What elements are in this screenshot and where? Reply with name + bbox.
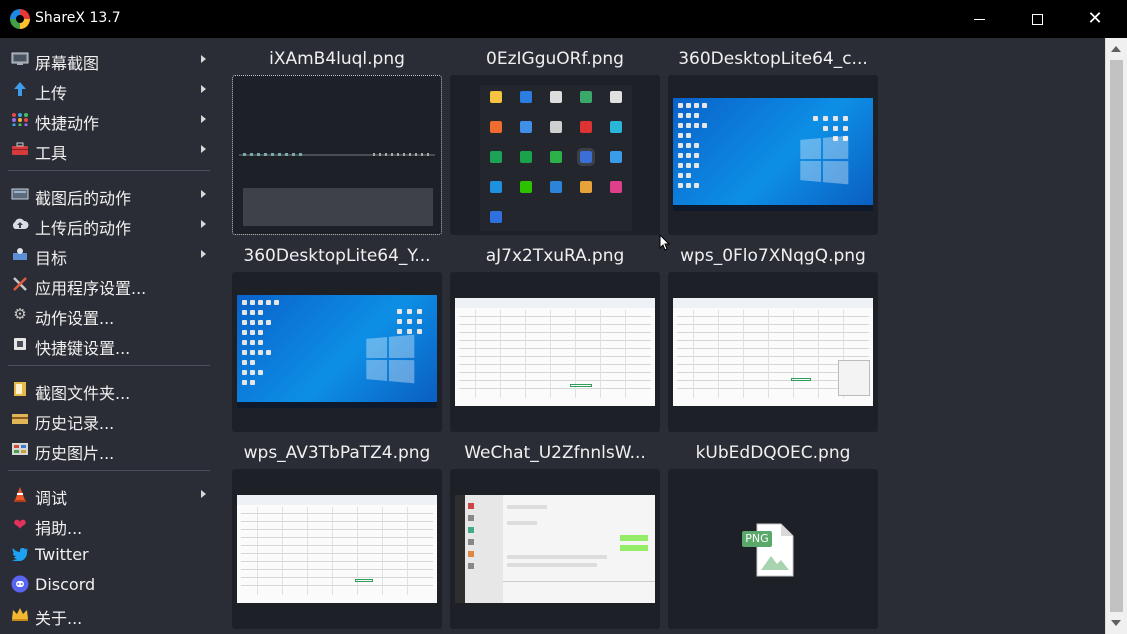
thumbnail-filename: 0EzIGguORf.png: [486, 49, 624, 69]
thumbnail-image[interactable]: [232, 469, 442, 629]
toolbox-icon: [11, 141, 29, 157]
thumbnail-filename: wps_0Flo7XNqgQ.png: [680, 246, 866, 266]
image-history-icon: [11, 441, 29, 457]
monitor-capture-icon: [11, 51, 29, 67]
menu-item-history[interactable]: 历史记录...: [0, 404, 218, 434]
minimize-button[interactable]: [950, 0, 1008, 38]
thumbnail-grid: iXAmB4luql.png 0EzIGguORf.png 360Desktop…: [222, 38, 1105, 634]
scrollbar-thumb[interactable]: [1110, 60, 1123, 612]
menu-item-upload[interactable]: 上传: [0, 74, 218, 104]
menu-item-after-capture[interactable]: 截图后的动作: [0, 179, 218, 209]
menu-item-capture[interactable]: 屏幕截图: [0, 44, 218, 74]
upload-arrow-icon: [11, 81, 29, 97]
crown-icon: [11, 606, 29, 622]
menu-item-quick-actions[interactable]: 快捷动作: [0, 104, 218, 134]
close-button[interactable]: ✕: [1066, 0, 1124, 38]
keyboard-icon: [11, 336, 29, 352]
scroll-up-arrow-icon[interactable]: [1111, 46, 1121, 52]
thumbnail-image[interactable]: [450, 469, 660, 629]
wrench-screwdriver-icon: [11, 276, 29, 292]
menu-item-about[interactable]: 关于...: [0, 599, 218, 629]
submenu-arrow-icon: [201, 250, 206, 258]
menu-item-screenshots-folder[interactable]: 截图文件夹...: [0, 374, 218, 404]
heart-icon: ❤: [13, 514, 27, 534]
maximize-button[interactable]: [1008, 0, 1066, 38]
sharex-logo-icon: [10, 9, 30, 29]
menu-item-image-history[interactable]: 历史图片...: [0, 434, 218, 464]
png-badge: PNG: [742, 531, 772, 547]
menu-item-debug[interactable]: 调试: [0, 479, 218, 509]
menu-item-task-settings[interactable]: ⚙ 动作设置...: [0, 299, 218, 329]
mouse-cursor-icon: [659, 233, 671, 252]
submenu-arrow-icon: [201, 55, 206, 63]
twitter-bird-icon: [11, 546, 29, 562]
thumbnail-filename: wps_AV3TbPaTZ4.png: [243, 443, 431, 463]
menu-item-discord[interactable]: Discord: [0, 569, 218, 599]
menu-item-destinations[interactable]: 目标: [0, 239, 218, 269]
submenu-arrow-icon: [201, 85, 206, 93]
vertical-scrollbar[interactable]: [1105, 38, 1127, 634]
submenu-arrow-icon: [201, 490, 206, 498]
thumbnail-image[interactable]: PNG: [668, 469, 878, 629]
main-menu-sidebar: 屏幕截图 上传 快捷动作 工具 截图后的动作 上传后的动作 目标 应用程序设置.…: [0, 38, 222, 634]
menu-item-tools[interactable]: 工具: [0, 134, 218, 164]
traffic-cone-icon: [11, 486, 29, 502]
thumbnail-filename: WeChat_U2ZfnnlsW...: [464, 443, 646, 463]
submenu-arrow-icon: [201, 220, 206, 228]
thumbnail-image[interactable]: [668, 75, 878, 235]
thumbnail-image[interactable]: [450, 272, 660, 432]
folder-icon: [11, 381, 29, 397]
menu-item-donate[interactable]: ❤ 捐助...: [0, 509, 218, 539]
submenu-arrow-icon: [201, 145, 206, 153]
thumbnail-filename: iXAmB4luql.png: [269, 49, 405, 69]
thumbnail-filename: kUbEdDQOEC.png: [695, 443, 851, 463]
gear-icon: ⚙: [13, 305, 27, 323]
discord-icon: [11, 575, 29, 593]
after-capture-icon: [11, 186, 29, 202]
window-title: ShareX 13.7: [35, 10, 121, 26]
menu-item-twitter[interactable]: Twitter: [0, 539, 218, 569]
thumbnail-image[interactable]: [232, 272, 442, 432]
thumbnail-image[interactable]: [450, 75, 660, 235]
thumbnail-filename: 360DesktopLite64_Y...: [243, 246, 431, 266]
maximize-icon: [1031, 13, 1043, 25]
thumbnail-image[interactable]: [668, 272, 878, 432]
dots-grid-icon: [11, 111, 29, 127]
thumbnail-filename: aJ7x2TxuRA.png: [485, 246, 625, 266]
history-icon: [11, 411, 29, 427]
title-bar: ShareX 13.7 ✕: [0, 0, 1127, 38]
submenu-arrow-icon: [201, 115, 206, 123]
close-icon: ✕: [1087, 8, 1103, 29]
menu-separator: [8, 470, 210, 471]
menu-item-app-settings[interactable]: 应用程序设置...: [0, 269, 218, 299]
submenu-arrow-icon: [201, 190, 206, 198]
menu-separator: [8, 170, 210, 171]
thumbnail-filename: 360DesktopLite64_c...: [678, 49, 868, 69]
destination-icon: [11, 246, 29, 262]
menu-item-after-upload[interactable]: 上传后的动作: [0, 209, 218, 239]
menu-item-hotkey-settings[interactable]: 快捷键设置...: [0, 329, 218, 359]
thumbnail-image[interactable]: [232, 75, 442, 235]
menu-separator: [8, 365, 210, 366]
scroll-down-arrow-icon[interactable]: [1111, 620, 1121, 626]
minimize-icon: [973, 18, 985, 20]
cloud-upload-icon: [11, 216, 29, 232]
